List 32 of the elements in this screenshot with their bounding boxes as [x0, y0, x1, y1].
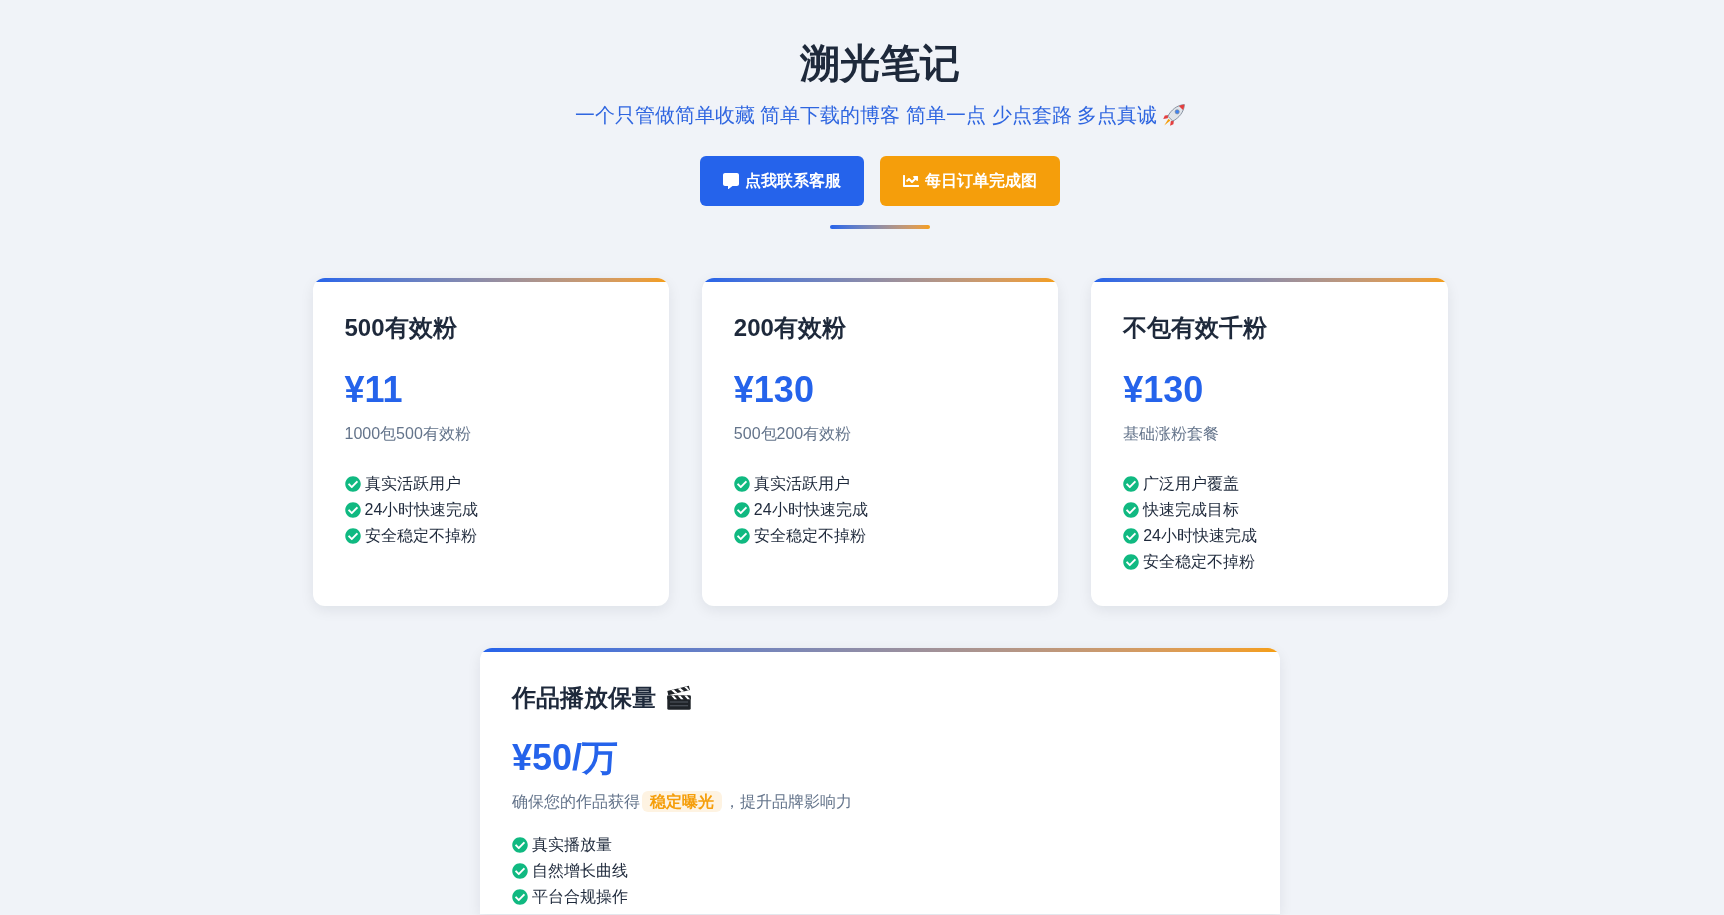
plan-title: 不包有效千粉	[1123, 313, 1268, 343]
feature-text: 24小时快速完成	[753, 500, 868, 520]
plan-price: ¥130	[1123, 370, 1204, 410]
feature-text: 广泛用户覆盖	[1143, 474, 1240, 494]
line-chart-icon	[903, 173, 919, 189]
plan-price: ¥130	[733, 370, 814, 410]
site-title: 溯光笔记	[800, 40, 960, 87]
feature-text: 真实活跃用户	[364, 474, 461, 494]
plan-price: ¥50/万	[512, 738, 619, 778]
feature-text: 24小时快速完成	[1143, 526, 1257, 546]
feature-text: 真实活跃用户	[753, 474, 850, 494]
feature-text: 安全稳定不掉粉	[1143, 552, 1256, 572]
plan-price: ¥11	[344, 370, 403, 410]
feature-text: 安全稳定不掉粉	[364, 526, 477, 546]
site-tagline: 一个只管做简单收藏 简单下载的博客 简单一点 少点套路 多点真诚	[574, 103, 1158, 128]
feature-text: 平台合规操作	[532, 887, 628, 907]
rocket-icon	[1163, 104, 1186, 126]
plan-description: 确保您的作品获得稳定曝光，提升品牌影响力	[512, 790, 852, 814]
plan-title: 500有效粉	[344, 313, 457, 343]
plan-description: 基础涨粉套餐	[1123, 424, 1220, 444]
feature-text: 自然增长曲线	[532, 861, 628, 881]
plan-title: 200有效粉	[733, 313, 846, 343]
plan-description: 500包200有效粉	[733, 424, 852, 444]
feature-text: 真实播放量	[532, 835, 612, 855]
feature-text: 快速完成目标	[1143, 500, 1240, 520]
plan-title: 作品播放保量	[512, 683, 656, 713]
action-button[interactable]: 点我联系客服	[700, 156, 864, 206]
comment-icon	[723, 173, 739, 189]
feature-text: 24小时快速完成	[364, 500, 479, 520]
clapperboard-icon	[666, 685, 692, 711]
plan-description: 1000包500有效粉	[344, 424, 471, 444]
feature-text: 安全稳定不掉粉	[753, 526, 866, 546]
